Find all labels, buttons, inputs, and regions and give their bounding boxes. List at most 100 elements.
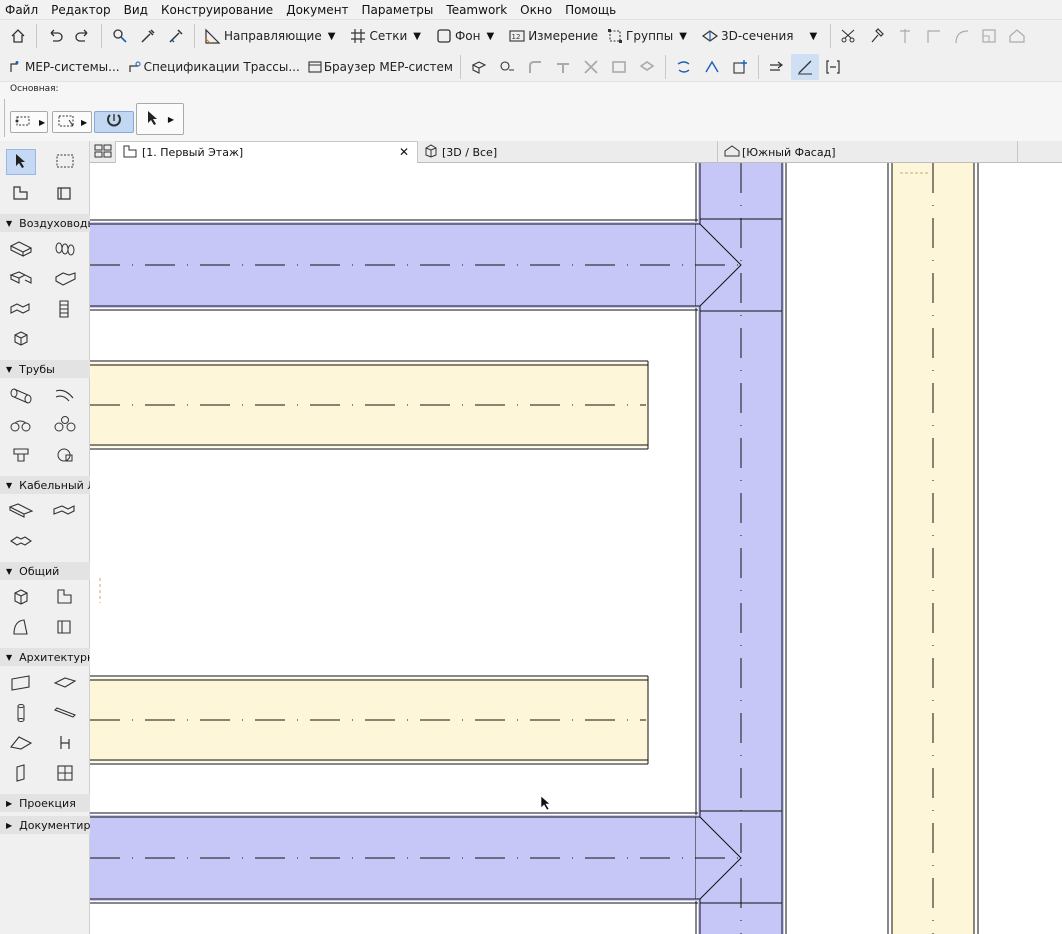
magic-wand-button[interactable] xyxy=(94,111,134,133)
guides-button[interactable]: Направляющие ▼ xyxy=(199,23,344,49)
find-select-button[interactable] xyxy=(106,23,134,49)
flexible-pipe-tool[interactable] xyxy=(50,383,80,409)
chair-tool[interactable] xyxy=(50,731,80,757)
cable-tray-tool[interactable] xyxy=(6,499,36,525)
zone-tool[interactable] xyxy=(50,585,80,611)
tab-3d[interactable]: [3D / Все] xyxy=(418,141,718,163)
route-specs-button[interactable]: Спецификации Трассы... xyxy=(123,54,303,80)
chevron-down-icon[interactable]: ▼ xyxy=(679,31,687,42)
menu-edit[interactable]: Редактор xyxy=(51,3,110,17)
flexible-duct-tool[interactable] xyxy=(50,237,80,263)
slab-tool[interactable] xyxy=(50,671,80,697)
tab-floor-plan[interactable]: [1. Первый Этаж] ✕ xyxy=(116,141,418,163)
chevron-down-icon[interactable]: ▼ xyxy=(487,31,495,42)
home-button[interactable] xyxy=(4,23,32,49)
background-button[interactable]: Фон ▼ xyxy=(430,23,503,49)
pipe-tee-tool[interactable] xyxy=(50,413,80,439)
cable-tray-cross-tool[interactable] xyxy=(6,529,36,555)
pipe-equipment-tool[interactable] xyxy=(50,443,80,469)
group-projection[interactable]: ▶ Проекция xyxy=(0,794,90,812)
pipe-fitting-tool[interactable] xyxy=(6,443,36,469)
duct-upper[interactable] xyxy=(90,219,742,311)
morph-tool[interactable] xyxy=(50,615,80,641)
book-tool[interactable] xyxy=(50,181,80,207)
mep-tool-5-button[interactable] xyxy=(577,54,605,80)
group-general[interactable]: ▼ Общий xyxy=(0,562,90,580)
split-button[interactable] xyxy=(835,23,863,49)
pipe-upper[interactable] xyxy=(90,360,649,450)
mep-tool-11-button[interactable] xyxy=(763,54,791,80)
chevron-down-icon[interactable]: ▼ xyxy=(328,31,336,42)
window-tool[interactable] xyxy=(50,761,80,787)
duct-lower[interactable] xyxy=(90,812,742,904)
menu-design[interactable]: Конструирование xyxy=(161,3,273,17)
mep-tool-13-button[interactable] xyxy=(819,54,847,80)
menu-options[interactable]: Параметры xyxy=(362,3,434,17)
door-tool[interactable] xyxy=(6,761,36,787)
redo-button[interactable] xyxy=(69,23,97,49)
menu-view[interactable]: Вид xyxy=(124,3,148,17)
groups-button[interactable]: Группы ▼ xyxy=(601,23,696,49)
syringe-button[interactable] xyxy=(162,23,190,49)
fillet-button[interactable] xyxy=(919,23,947,49)
group-architecture[interactable]: ▼ Архитектурн xyxy=(0,648,90,666)
group-cable-trays[interactable]: ▼ Кабельный Л xyxy=(0,476,90,494)
undo-button[interactable] xyxy=(41,23,69,49)
mep-tool-10-button[interactable] xyxy=(726,54,754,80)
mep-tool-4-button[interactable] xyxy=(549,54,577,80)
floor-plan-canvas[interactable] xyxy=(90,163,1062,934)
tab-south-elevation[interactable]: [Южный Фасад] xyxy=(718,141,1018,163)
group-ducts[interactable]: ▼ Воздуховоды xyxy=(0,214,90,232)
resize-button[interactable] xyxy=(975,23,1003,49)
duct-transition-tool[interactable] xyxy=(50,267,80,293)
geometry-method-button[interactable]: ▶ xyxy=(10,111,48,133)
eyedropper-button[interactable] xyxy=(134,23,162,49)
object-tool[interactable] xyxy=(6,585,36,611)
offset-button[interactable] xyxy=(947,23,975,49)
tab-navigator[interactable] xyxy=(90,141,116,163)
marquee-mode-button[interactable]: ▶ xyxy=(52,111,92,133)
mep-browser-button[interactable]: Браузер MEP-систем xyxy=(303,54,456,80)
marquee-tool[interactable] xyxy=(50,149,80,175)
duct-terminal-tool[interactable] xyxy=(50,297,80,323)
mep-systems-button[interactable]: MEP-системы... xyxy=(4,54,123,80)
chevron-down-icon[interactable]: ▼ xyxy=(413,31,421,42)
pipe-tool[interactable] xyxy=(6,383,36,409)
mep-tool-6-button[interactable] xyxy=(605,54,633,80)
grids-button[interactable]: Сетки ▼ xyxy=(344,23,430,49)
group-documentation[interactable]: ▶ Документир xyxy=(0,816,90,834)
mep-tool-3-button[interactable] xyxy=(521,54,549,80)
menu-teamwork[interactable]: Teamwork xyxy=(446,3,507,17)
mep-tool-12-button[interactable] xyxy=(790,53,819,80)
arrow-tool-button[interactable]: ▶ xyxy=(136,103,184,135)
menu-window[interactable]: Окно xyxy=(520,3,552,17)
group-pipes[interactable]: ▼ Трубы xyxy=(0,360,90,378)
sections3d-button[interactable]: 3D-сечения ▼ xyxy=(696,23,826,49)
adjust-button[interactable] xyxy=(863,23,891,49)
mep-tool-8-button[interactable] xyxy=(670,54,698,80)
roof-tool[interactable] xyxy=(6,731,36,757)
mep-tool-9-button[interactable] xyxy=(698,54,726,80)
measure-button[interactable]: 12 Измерение xyxy=(503,23,601,49)
chevron-down-icon[interactable]: ▼ xyxy=(809,31,817,42)
shell-tool[interactable] xyxy=(6,615,36,641)
pipe-elbow-tool[interactable] xyxy=(6,413,36,439)
mep-tool-7-button[interactable] xyxy=(633,54,661,80)
mep-tool-2-button[interactable] xyxy=(493,54,521,80)
roof-button[interactable] xyxy=(1003,23,1031,49)
column-tool[interactable] xyxy=(6,701,36,727)
mep-tool-1-button[interactable] xyxy=(465,54,493,80)
beam-tool[interactable] xyxy=(50,701,80,727)
cable-tray-bend-tool[interactable] xyxy=(50,499,80,525)
duct-bend-tool[interactable] xyxy=(6,267,36,293)
intersect-button[interactable] xyxy=(891,23,919,49)
menu-help[interactable]: Помощь xyxy=(565,3,616,17)
menu-document[interactable]: Документ xyxy=(286,3,348,17)
duct-branch-tool[interactable] xyxy=(6,297,36,323)
floor-plan-tool[interactable] xyxy=(6,181,36,207)
pipe-vertical-right[interactable] xyxy=(887,163,979,934)
duct-tool[interactable] xyxy=(6,237,36,263)
duct-equipment-tool[interactable] xyxy=(6,327,36,353)
arrow-tool[interactable] xyxy=(6,149,36,175)
wall-tool[interactable] xyxy=(6,671,36,697)
